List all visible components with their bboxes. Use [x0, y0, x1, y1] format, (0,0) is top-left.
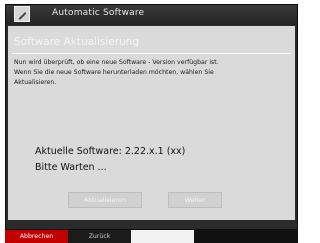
- window-title: Automatic Software: [52, 8, 145, 18]
- heading-divider: [12, 53, 291, 54]
- back-softkey[interactable]: Zurück: [68, 230, 131, 243]
- info-line: Nun wird überprüft, ob eine neue Softwar…: [14, 59, 219, 66]
- dialog-heading: Software Aktualisierung: [14, 36, 140, 48]
- info-line: Aktualisieren.: [14, 79, 57, 86]
- empty-softkey: [131, 230, 194, 243]
- please-wait-text: Bitte Warten ...: [35, 162, 107, 173]
- cancel-softkey[interactable]: Abbrechen: [5, 230, 68, 243]
- current-software-version: Aktuelle Software: 2.22.x.1 (xx): [35, 146, 186, 157]
- info-line: Wenn Sie die neue Software herunterladen…: [14, 69, 214, 76]
- software-update-panel: Software Aktualisierung Nun wird überprü…: [8, 26, 295, 220]
- update-button[interactable]: Aktualisieren: [68, 192, 142, 208]
- softkey-bar: Abbrechen Zurück: [5, 230, 298, 243]
- info-text: Nun wird überprüft, ob eine neue Softwar…: [14, 58, 290, 88]
- continue-button[interactable]: Weiter: [168, 192, 222, 208]
- app-logo-icon: [14, 6, 30, 22]
- empty-softkey: [194, 230, 298, 243]
- title-bar: Automatic Software: [6, 5, 297, 25]
